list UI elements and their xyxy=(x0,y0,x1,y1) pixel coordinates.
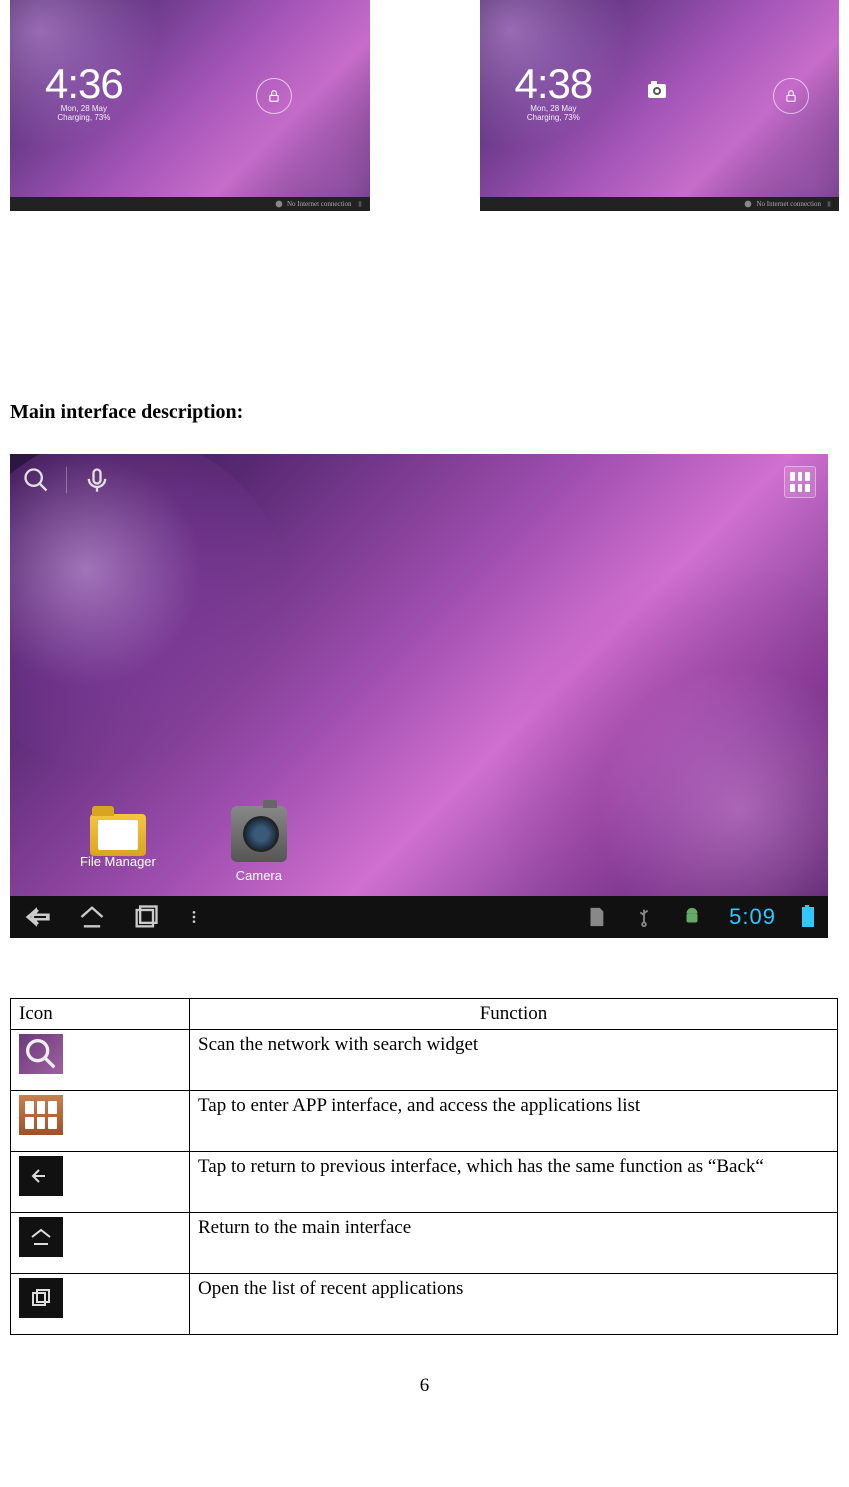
lockscreen-right-bottombar: No Internet connection xyxy=(480,197,840,211)
apps-grid-icon[interactable] xyxy=(784,466,816,498)
table-row: Tap to enter APP interface, and access t… xyxy=(11,1091,838,1152)
search-icon xyxy=(19,1034,63,1074)
folder-icon xyxy=(90,814,146,856)
sd-card-icon xyxy=(585,906,607,928)
lockscreen-left: 4:36 Mon, 28 May Charging, 73% No Intern… xyxy=(10,0,370,211)
table-header-function: Function xyxy=(190,999,838,1030)
divider xyxy=(66,467,67,493)
lockscreen-right-date: Mon, 28 May xyxy=(515,104,593,113)
table-row: Tap to return to previous interface, whi… xyxy=(11,1152,838,1213)
app-label: Camera xyxy=(236,868,282,883)
home-screen: File Manager Camera 5:09 xyxy=(10,454,828,938)
icon-function-table: Icon Function Scan the network with sear… xyxy=(10,998,838,1335)
lockscreen-left-status: Charging, 73% xyxy=(45,113,123,122)
table-row: Return to the main interface xyxy=(11,1213,838,1274)
camera-icon xyxy=(231,806,287,862)
lockscreen-left-date: Mon, 28 May xyxy=(45,104,123,113)
table-cell-function: Tap to return to previous interface, whi… xyxy=(190,1152,838,1213)
section-heading: Main interface description: xyxy=(10,401,839,424)
home-icon[interactable] xyxy=(78,903,106,931)
battery-icon xyxy=(802,907,814,927)
camera-shortcut-icon[interactable] xyxy=(648,84,666,98)
menu-icon[interactable] xyxy=(186,903,202,931)
lockscreen-right: 4:38 Mon, 28 May Charging, 73% No Intern… xyxy=(480,0,840,211)
app-label: File Manager xyxy=(80,854,156,869)
lockscreen-left-time: 4:36 xyxy=(45,60,123,108)
recent-apps-icon[interactable] xyxy=(132,903,160,931)
home-icon xyxy=(19,1217,63,1257)
app-camera[interactable]: Camera xyxy=(231,806,287,883)
back-icon[interactable] xyxy=(24,903,52,931)
lockscreen-row: 4:36 Mon, 28 May Charging, 73% No Intern… xyxy=(10,0,839,211)
lockscreen-right-time: 4:38 xyxy=(515,60,593,108)
table-header-icon: Icon xyxy=(11,999,190,1030)
table-cell-function: Tap to enter APP interface, and access t… xyxy=(190,1091,838,1152)
status-clock: 5:09 xyxy=(729,904,776,930)
table-cell-function: Open the list of recent applications xyxy=(190,1274,838,1335)
apps-grid-icon xyxy=(19,1095,63,1135)
lockscreen-left-net: No Internet connection xyxy=(287,200,352,208)
table-cell-function: Scan the network with search widget xyxy=(190,1030,838,1091)
nav-bar: 5:09 xyxy=(10,896,828,938)
lockscreen-right-status: Charging, 73% xyxy=(515,113,593,122)
back-icon xyxy=(19,1156,63,1196)
table-row: Open the list of recent applications xyxy=(11,1274,838,1335)
lockscreen-left-bottombar: No Internet connection xyxy=(10,197,370,211)
table-cell-function: Return to the main interface xyxy=(190,1213,838,1274)
lockscreen-right-net: No Internet connection xyxy=(756,200,821,208)
voice-search-icon[interactable] xyxy=(83,466,111,494)
lock-icon[interactable] xyxy=(773,78,809,114)
page-number: 6 xyxy=(10,1375,839,1397)
android-icon xyxy=(681,906,703,928)
usb-icon xyxy=(633,906,655,928)
table-row: Scan the network with search widget xyxy=(11,1030,838,1091)
search-icon[interactable] xyxy=(22,466,50,494)
recent-apps-icon xyxy=(19,1278,63,1318)
lock-icon[interactable] xyxy=(256,78,292,114)
app-file-manager[interactable]: File Manager xyxy=(80,806,156,883)
